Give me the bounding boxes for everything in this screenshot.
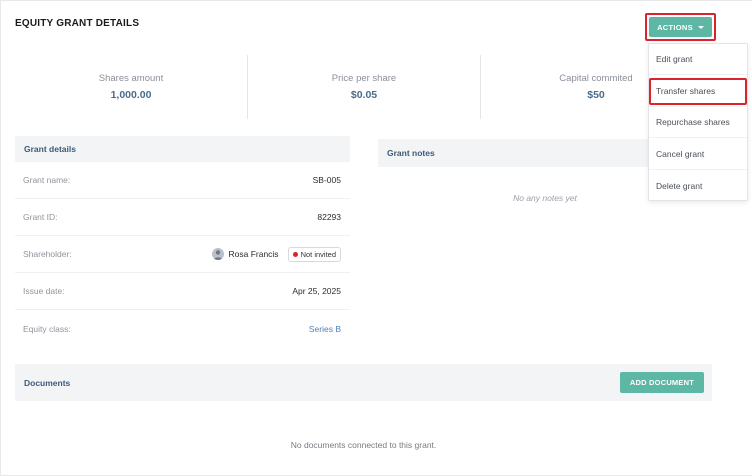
menu-item-edit-grant[interactable]: Edit grant — [649, 44, 747, 75]
stat-label: Shares amount — [98, 73, 164, 84]
grant-details-header: Grant details — [15, 136, 350, 162]
detail-label: Equity class: — [23, 323, 71, 334]
equity-class-link[interactable]: Series B — [309, 324, 341, 334]
status-badge: Not invited — [287, 246, 341, 262]
shareholder-cell: Rosa Francis Not invited — [212, 246, 341, 262]
actions-highlight-box — [645, 13, 716, 41]
documents-header: Documents ADD DOCUMENT — [15, 364, 712, 401]
documents-heading: Documents — [24, 377, 71, 388]
stat-price-per-share: Price per share $0.05 — [248, 73, 480, 101]
detail-row-grant-name: Grant name: SB-005 — [15, 162, 350, 199]
detail-row-shareholder: Shareholder: Rosa Francis Not invited — [15, 236, 350, 273]
menu-item-cancel-grant[interactable]: Cancel grant — [649, 139, 747, 170]
detail-value: 82293 — [317, 212, 341, 222]
detail-label: Shareholder: — [23, 249, 72, 259]
status-badge-label: Not invited — [300, 249, 336, 259]
menu-item-delete-grant[interactable]: Delete grant — [649, 170, 747, 201]
stat-value: 1,000.00 — [110, 89, 152, 101]
actions-dropdown-menu: Edit grant Transfer shares Repurchase sh… — [648, 43, 748, 201]
detail-label: Issue date: — [23, 286, 65, 296]
detail-label: Grant ID: — [23, 212, 58, 222]
grant-notes-heading: Grant notes — [387, 148, 435, 158]
stat-label: Price per share — [331, 73, 397, 84]
grant-details-heading: Grant details — [24, 144, 76, 154]
detail-row-grant-id: Grant ID: 82293 — [15, 199, 350, 236]
detail-value: Apr 25, 2025 — [292, 286, 341, 296]
detail-row-equity-class: Equity class: Series B — [15, 310, 350, 347]
transfer-shares-highlight-box — [649, 78, 747, 105]
menu-item-repurchase-shares[interactable]: Repurchase shares — [649, 107, 747, 138]
add-document-button[interactable]: ADD DOCUMENT — [619, 372, 704, 393]
status-dot-icon — [292, 251, 298, 257]
page-title: EQUITY GRANT DETAILS — [15, 18, 140, 29]
avatar-icon — [212, 248, 225, 260]
documents-empty-message: No documents connected to this grant. — [290, 440, 437, 450]
stat-value: $0.05 — [350, 89, 378, 101]
shareholder-name[interactable]: Rosa Francis — [228, 249, 278, 259]
detail-value: SB-005 — [312, 175, 341, 185]
stat-shares-amount: Shares amount 1,000.00 — [15, 73, 247, 101]
detail-row-issue-date: Issue date: Apr 25, 2025 — [15, 273, 350, 310]
detail-label: Grant name: — [23, 175, 71, 185]
